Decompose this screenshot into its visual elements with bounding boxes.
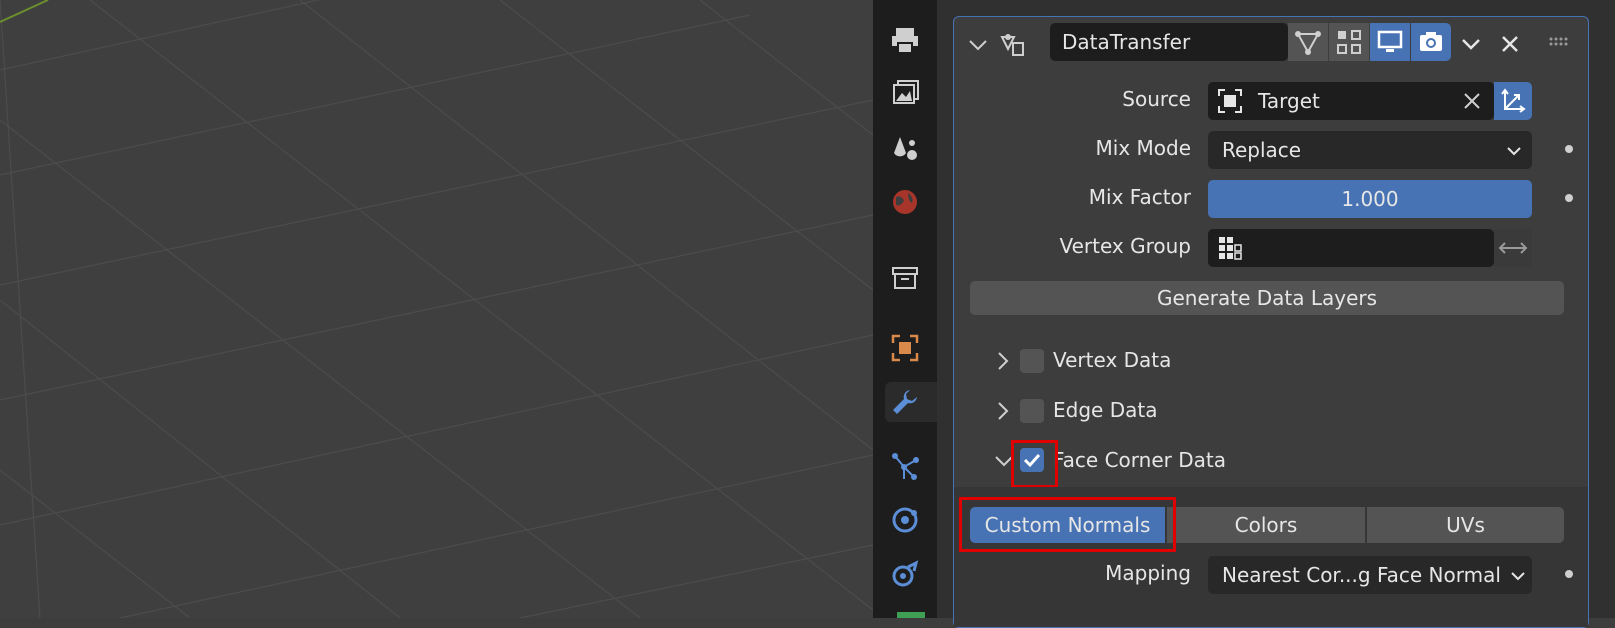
- mix-mode-dropdown[interactable]: Replace: [1208, 131, 1532, 169]
- view-layer-icon: [894, 137, 917, 160]
- keyframe-dot[interactable]: [1565, 145, 1573, 153]
- colors-toggle[interactable]: Colors: [1167, 507, 1365, 543]
- keyframe-dot[interactable]: [1565, 194, 1573, 202]
- close-icon[interactable]: [1496, 30, 1524, 58]
- dropdown-chevron-icon[interactable]: [1457, 30, 1485, 58]
- tab-collection[interactable]: [885, 258, 925, 298]
- mesh-object-icon: [1218, 89, 1242, 113]
- highlight-box: [1011, 440, 1058, 488]
- collection-icon: [892, 267, 918, 289]
- particles-icon: [892, 453, 919, 480]
- constraints-icon: [892, 560, 919, 587]
- mapping-value: Nearest Cor...g Face Normal: [1222, 563, 1501, 587]
- print-icon: [892, 28, 918, 54]
- cage-icon: [1337, 30, 1361, 54]
- object-icon: [891, 334, 919, 362]
- vertex-group-field[interactable]: [1208, 229, 1494, 267]
- properties-tab-bar: [873, 0, 937, 618]
- double-arrow-icon: [1498, 242, 1528, 254]
- cage-toggle[interactable]: [1329, 23, 1369, 61]
- edge-data-label: Edge Data: [1053, 398, 1158, 422]
- source-value: Target: [1258, 89, 1320, 113]
- modifier-panel: DataTransfer Source Target Mix Mode Repl…: [953, 16, 1589, 628]
- invert-vertex-group-toggle[interactable]: [1494, 229, 1532, 267]
- world-icon: [893, 190, 917, 214]
- chevron-right-icon[interactable]: [994, 349, 1012, 373]
- vertex-data-checkbox[interactable]: [1020, 349, 1044, 373]
- viewport-display-toggle[interactable]: [1370, 23, 1410, 61]
- edge-data-checkbox[interactable]: [1020, 399, 1044, 423]
- tab-view-layer[interactable]: [885, 128, 925, 168]
- tab-tool[interactable]: [885, 20, 925, 60]
- tab-world[interactable]: [885, 182, 925, 222]
- face-corner-data-label: Face Corner Data: [1053, 448, 1226, 472]
- tab-render-output[interactable]: [885, 74, 925, 114]
- render-output-icon: [893, 80, 919, 104]
- 3d-viewport[interactable]: [0, 0, 873, 618]
- keyframe-dot[interactable]: [1565, 570, 1573, 578]
- tab-constraints[interactable]: [885, 554, 925, 594]
- mapping-label: Mapping: [1105, 561, 1191, 585]
- tab-data-peek: [897, 612, 925, 618]
- viewport-grid: [0, 0, 873, 618]
- modifier-name: DataTransfer: [1062, 30, 1191, 54]
- mix-factor-slider[interactable]: 1.000: [1208, 180, 1532, 218]
- object-transform-toggle[interactable]: [1494, 82, 1532, 120]
- tab-physics[interactable]: [885, 500, 925, 540]
- transform-axes-icon: [1501, 88, 1526, 113]
- wrench-icon: [893, 390, 917, 414]
- chevron-down-icon[interactable]: [965, 32, 991, 58]
- chevron-down-icon: [1507, 147, 1521, 156]
- camera-icon: [1420, 32, 1442, 51]
- mix-factor-value: 1.000: [1341, 187, 1399, 211]
- drag-handle-icon[interactable]: [1548, 35, 1572, 49]
- chevron-right-icon[interactable]: [994, 399, 1012, 423]
- mix-mode-label: Mix Mode: [1095, 136, 1192, 160]
- data-transfer-icon: [1000, 34, 1024, 56]
- source-field[interactable]: Target: [1208, 82, 1494, 120]
- render-toggle[interactable]: [1411, 23, 1451, 61]
- vertex-data-label: Vertex Data: [1053, 348, 1172, 372]
- clear-icon[interactable]: [1462, 91, 1482, 111]
- mix-mode-value: Replace: [1222, 138, 1302, 162]
- uvs-toggle[interactable]: UVs: [1367, 507, 1564, 543]
- highlight-box: [959, 497, 1176, 552]
- source-label: Source: [1122, 87, 1191, 111]
- mapping-dropdown[interactable]: Nearest Cor...g Face Normal: [1208, 556, 1532, 594]
- mix-factor-label: Mix Factor: [1088, 185, 1191, 209]
- modifier-name-field[interactable]: DataTransfer: [1050, 23, 1288, 61]
- edit-mode-toggle[interactable]: [1288, 23, 1328, 61]
- monitor-icon: [1377, 30, 1403, 52]
- tab-particles[interactable]: [885, 446, 925, 486]
- chevron-down-icon: [1511, 572, 1525, 581]
- vertex-group-label: Vertex Group: [1059, 234, 1191, 258]
- tab-object[interactable]: [885, 328, 925, 368]
- generate-data-layers-button[interactable]: Generate Data Layers: [970, 281, 1564, 315]
- edit-mode-icon: [1295, 31, 1321, 55]
- vertex-group-icon: [1219, 237, 1242, 260]
- tab-modifiers[interactable]: [885, 382, 937, 422]
- physics-icon: [892, 507, 918, 533]
